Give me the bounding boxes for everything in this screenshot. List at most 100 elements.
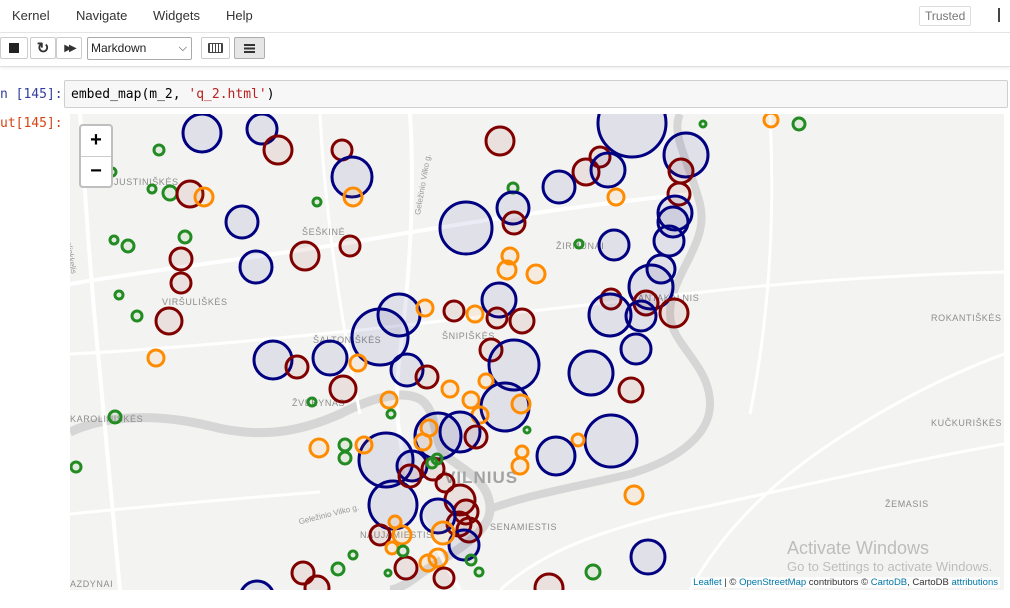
green-marker[interactable]: [522, 425, 532, 435]
darkred-marker[interactable]: [501, 210, 527, 236]
green-marker[interactable]: [425, 456, 439, 470]
orange-marker[interactable]: [391, 524, 413, 546]
menu-widgets[interactable]: Widgets: [153, 8, 200, 23]
green-marker[interactable]: [311, 196, 323, 208]
navy-marker[interactable]: [438, 200, 494, 256]
green-marker[interactable]: [573, 238, 585, 250]
green-marker[interactable]: [584, 563, 602, 581]
darkred-marker[interactable]: [667, 157, 695, 185]
darkred-marker[interactable]: [303, 574, 331, 590]
darkred-marker[interactable]: [154, 306, 184, 336]
darkred-marker[interactable]: [368, 523, 392, 547]
green-marker[interactable]: [152, 143, 166, 157]
green-marker[interactable]: [396, 544, 410, 558]
green-marker[interactable]: [347, 549, 359, 561]
darkred-marker[interactable]: [328, 374, 358, 404]
darkred-marker[interactable]: [262, 134, 294, 166]
cartodb-link[interactable]: CartoDB: [871, 577, 907, 588]
green-marker[interactable]: [107, 409, 123, 425]
green-marker[interactable]: [108, 234, 120, 246]
green-marker[interactable]: [464, 553, 478, 567]
attributions-link[interactable]: attributions: [952, 577, 998, 588]
green-marker[interactable]: [698, 119, 708, 129]
keyboard-button[interactable]: [201, 37, 230, 59]
zoom-out-button[interactable]: −: [81, 157, 111, 187]
orange-marker[interactable]: [193, 186, 215, 208]
green-marker[interactable]: [473, 566, 485, 578]
orange-marker[interactable]: [308, 437, 330, 459]
green-marker[interactable]: [791, 116, 807, 132]
navy-marker[interactable]: [619, 332, 653, 366]
orange-marker[interactable]: [413, 432, 433, 452]
green-marker[interactable]: [146, 183, 158, 195]
trusted-badge[interactable]: Trusted: [919, 6, 972, 26]
cell-type-select[interactable]: Markdown ⌵: [87, 37, 192, 60]
navy-marker[interactable]: [597, 228, 631, 262]
zoom-in-button[interactable]: +: [81, 126, 111, 157]
menu-kernel[interactable]: Kernel: [12, 8, 50, 23]
green-marker[interactable]: [306, 396, 318, 408]
darkred-marker[interactable]: [533, 572, 565, 590]
navy-marker[interactable]: [311, 339, 349, 377]
darkred-marker[interactable]: [169, 271, 193, 295]
navy-marker[interactable]: [224, 204, 260, 240]
orange-marker[interactable]: [510, 393, 532, 415]
orange-marker[interactable]: [342, 186, 364, 208]
osm-link[interactable]: OpenStreetMap: [739, 577, 806, 588]
menu-navigate[interactable]: Navigate: [76, 8, 127, 23]
orange-marker[interactable]: [606, 187, 626, 207]
green-marker[interactable]: [337, 450, 353, 466]
restart-button[interactable]: ↻: [30, 37, 56, 59]
darkred-marker[interactable]: [442, 299, 466, 323]
orange-marker[interactable]: [384, 540, 400, 556]
green-marker[interactable]: [113, 289, 125, 301]
orange-marker[interactable]: [348, 353, 368, 373]
darkred-marker[interactable]: [617, 376, 645, 404]
green-marker[interactable]: [337, 437, 353, 453]
darkred-marker[interactable]: [284, 354, 310, 380]
orange-marker[interactable]: [461, 390, 481, 410]
darkred-marker[interactable]: [484, 125, 516, 157]
darkred-marker[interactable]: [397, 463, 423, 489]
navy-marker[interactable]: [589, 151, 627, 189]
orange-marker[interactable]: [146, 348, 166, 368]
darkred-marker[interactable]: [393, 555, 419, 581]
orange-marker[interactable]: [496, 259, 518, 281]
navy-marker[interactable]: [652, 224, 686, 258]
menu-help[interactable]: Help: [226, 8, 253, 23]
stop-button[interactable]: [0, 37, 28, 59]
leaflet-link[interactable]: Leaflet: [693, 577, 722, 588]
orange-marker[interactable]: [415, 298, 435, 318]
orange-marker[interactable]: [514, 444, 530, 460]
orange-marker[interactable]: [762, 114, 780, 129]
orange-marker[interactable]: [430, 520, 456, 546]
orange-marker[interactable]: [465, 304, 485, 324]
green-marker[interactable]: [177, 229, 193, 245]
green-marker[interactable]: [70, 460, 83, 474]
darkred-marker[interactable]: [463, 424, 489, 450]
navy-marker[interactable]: [240, 579, 274, 590]
navy-marker[interactable]: [541, 169, 577, 205]
orange-marker[interactable]: [440, 379, 460, 399]
navy-marker[interactable]: [238, 249, 274, 285]
darkred-marker[interactable]: [289, 240, 321, 272]
navy-marker[interactable]: [567, 349, 615, 397]
leaflet-map[interactable]: JUSTINIŠKĖS ŠEŠKINĖ ŽIRMŪNAI VIRŠULIŠKĖS…: [70, 114, 1004, 590]
navy-marker[interactable]: [587, 292, 633, 338]
green-marker[interactable]: [120, 238, 136, 254]
navy-marker[interactable]: [535, 435, 577, 477]
darkred-marker[interactable]: [414, 364, 440, 390]
command-palette-button[interactable]: [234, 37, 265, 59]
darkred-marker[interactable]: [432, 566, 456, 590]
darkred-marker[interactable]: [508, 307, 536, 335]
darkred-marker[interactable]: [168, 246, 194, 272]
darkred-marker[interactable]: [338, 234, 362, 258]
darkred-marker[interactable]: [658, 297, 690, 329]
orange-marker[interactable]: [418, 553, 438, 573]
darkred-marker[interactable]: [485, 306, 509, 330]
code-editor[interactable]: embed_map(m_2, 'q_2.html'): [64, 80, 1008, 108]
orange-marker[interactable]: [623, 484, 645, 506]
orange-marker[interactable]: [379, 390, 399, 410]
navy-marker[interactable]: [629, 538, 667, 576]
run-all-button[interactable]: ▶▶: [56, 37, 82, 59]
